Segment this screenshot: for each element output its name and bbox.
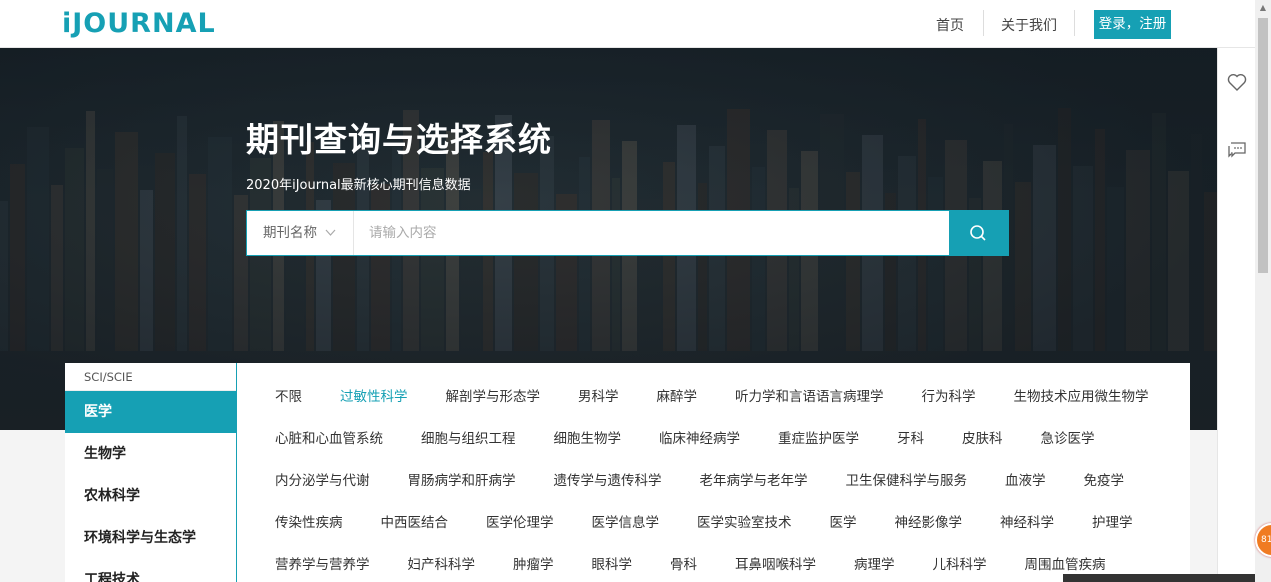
subject-tag[interactable]: 医学实验室技术 <box>697 511 792 531</box>
subject-tag[interactable]: 营养学与营养学 <box>275 553 370 573</box>
category-item-environment[interactable]: 环境科学与生态学 <box>65 517 236 559</box>
subject-tag[interactable]: 免疫学 <box>1084 469 1125 489</box>
category-item-biology[interactable]: 生物学 <box>65 433 236 475</box>
subject-tag[interactable]: 牙科 <box>897 427 924 447</box>
subject-tag[interactable]: 传染性疾病 <box>275 511 343 531</box>
subject-tag[interactable]: 胃肠病学和肝病学 <box>408 469 516 489</box>
subject-tag[interactable]: 解剖学与形态学 <box>446 385 541 405</box>
right-tool-rail <box>1217 48 1255 582</box>
subject-tag[interactable]: 医学信息学 <box>592 511 660 531</box>
subject-tag[interactable]: 卫生保健科学与服务 <box>846 469 968 489</box>
bottom-toolbar <box>1063 574 1255 582</box>
category-item-medicine[interactable]: 医学 <box>65 391 236 433</box>
subject-tag[interactable]: 护理学 <box>1092 511 1133 531</box>
heart-icon[interactable] <box>1225 70 1249 94</box>
top-navigation-bar: iJOURNAL 首页 关于我们 登录，注册 <box>0 0 1255 48</box>
login-register-button[interactable]: 登录，注册 <box>1094 10 1171 39</box>
subject-tag[interactable]: 过敏性科学 <box>340 385 408 405</box>
subject-tag[interactable]: 医学伦理学 <box>486 511 554 531</box>
category-item-agriculture[interactable]: 农林科学 <box>65 475 236 517</box>
site-logo[interactable]: iJOURNAL <box>62 8 216 39</box>
subject-tag[interactable]: 肿瘤学 <box>513 553 554 573</box>
tag-row: 不限 过敏性科学 解剖学与形态学 男科学 麻醉学 听力学和言语语言病理学 行为科学 生物技术应… <box>275 385 1187 405</box>
subject-tag[interactable]: 神经科学 <box>1000 511 1054 531</box>
subject-tag[interactable]: 周围血管疾病 <box>1025 553 1106 573</box>
nav-divider <box>1074 10 1075 36</box>
subject-tag[interactable]: 老年病学与老年学 <box>700 469 808 489</box>
search-bar: 期刊名称 <box>246 210 1009 256</box>
subject-tag[interactable]: 耳鼻咽喉科学 <box>735 553 816 573</box>
category-sidebar: SCI/SCIE 医学 生物学 农林科学 环境科学与生态学 工程技术 <box>65 363 236 582</box>
subject-tag[interactable]: 不限 <box>275 385 302 405</box>
subject-tag[interactable]: 内分泌学与代谢 <box>275 469 370 489</box>
subject-tag[interactable]: 皮肤科 <box>962 427 1003 447</box>
subject-tag[interactable]: 妇产科科学 <box>408 553 476 573</box>
search-button[interactable] <box>949 211 1008 255</box>
subject-tag[interactable]: 细胞与组织工程 <box>421 427 516 447</box>
subject-tag[interactable]: 心脏和心血管系统 <box>275 427 383 447</box>
subject-tag[interactable]: 眼科学 <box>592 553 633 573</box>
page-subtitle: 2020年iJournal最新核心期刊信息数据 <box>246 178 471 193</box>
subject-tag[interactable]: 听力学和言语语言病理学 <box>735 385 884 405</box>
subject-tag[interactable]: 麻醉学 <box>657 385 698 405</box>
scroll-up-arrow-icon[interactable]: ▲ <box>1255 0 1271 16</box>
subject-tag[interactable]: 神经影像学 <box>895 511 963 531</box>
subject-tag[interactable]: 医学 <box>830 511 857 531</box>
page-scrollbar[interactable]: ▲ <box>1255 0 1271 582</box>
subject-tag-panel: 不限 过敏性科学 解剖学与形态学 男科学 麻醉学 听力学和言语语言病理学 行为科学 生物技术应… <box>237 363 1190 582</box>
subject-tag[interactable]: 男科学 <box>578 385 619 405</box>
category-item-engineering[interactable]: 工程技术 <box>65 559 236 582</box>
search-type-label: 期刊名称 <box>263 225 317 241</box>
subject-tag[interactable]: 遗传学与遗传科学 <box>554 469 662 489</box>
subject-tag[interactable]: 血液学 <box>1005 469 1046 489</box>
tag-row: 传染性疾病 中西医结合 医学伦理学 医学信息学 医学实验室技术 医学 神经影像学 神经科学 护理… <box>275 511 1171 531</box>
subject-tag[interactable]: 急诊医学 <box>1041 427 1095 447</box>
search-type-select[interactable]: 期刊名称 <box>247 211 354 255</box>
subject-tag[interactable]: 重症监护医学 <box>778 427 859 447</box>
tag-row: 营养学与营养学 妇产科科学 肿瘤学 眼科学 骨科 耳鼻咽喉科学 病理学 儿科科学 周围血管疾病 <box>275 553 1144 573</box>
tag-row: 内分泌学与代谢 胃肠病学和肝病学 遗传学与遗传科学 老年病学与老年学 卫生保健科学与服务… <box>275 469 1162 489</box>
tag-row: 心脏和心血管系统 细胞与组织工程 细胞生物学 临床神经病学 重症监护医学 牙科 皮肤科 急诊医… <box>275 427 1133 447</box>
subject-tag[interactable]: 儿科科学 <box>933 553 987 573</box>
page-title: 期刊查询与选择系统 <box>246 120 552 159</box>
nav-home-link[interactable]: 首页 <box>936 15 964 35</box>
search-icon <box>970 225 986 241</box>
subject-tag[interactable]: 细胞生物学 <box>554 427 622 447</box>
chat-icon[interactable] <box>1225 138 1249 162</box>
subject-tag[interactable]: 病理学 <box>854 553 895 573</box>
chevron-down-icon <box>325 211 336 274</box>
search-input[interactable] <box>355 211 949 255</box>
subject-tag[interactable]: 生物技术应用微生物学 <box>1014 385 1149 405</box>
category-heading: SCI/SCIE <box>65 363 236 391</box>
nav-divider <box>983 10 984 36</box>
subject-tag[interactable]: 中西医结合 <box>381 511 449 531</box>
subject-tag[interactable]: 临床神经病学 <box>659 427 740 447</box>
scrollbar-thumb[interactable] <box>1258 18 1268 273</box>
subject-tag[interactable]: 行为科学 <box>922 385 976 405</box>
nav-about-link[interactable]: 关于我们 <box>1001 15 1057 35</box>
subject-tag[interactable]: 骨科 <box>670 553 697 573</box>
